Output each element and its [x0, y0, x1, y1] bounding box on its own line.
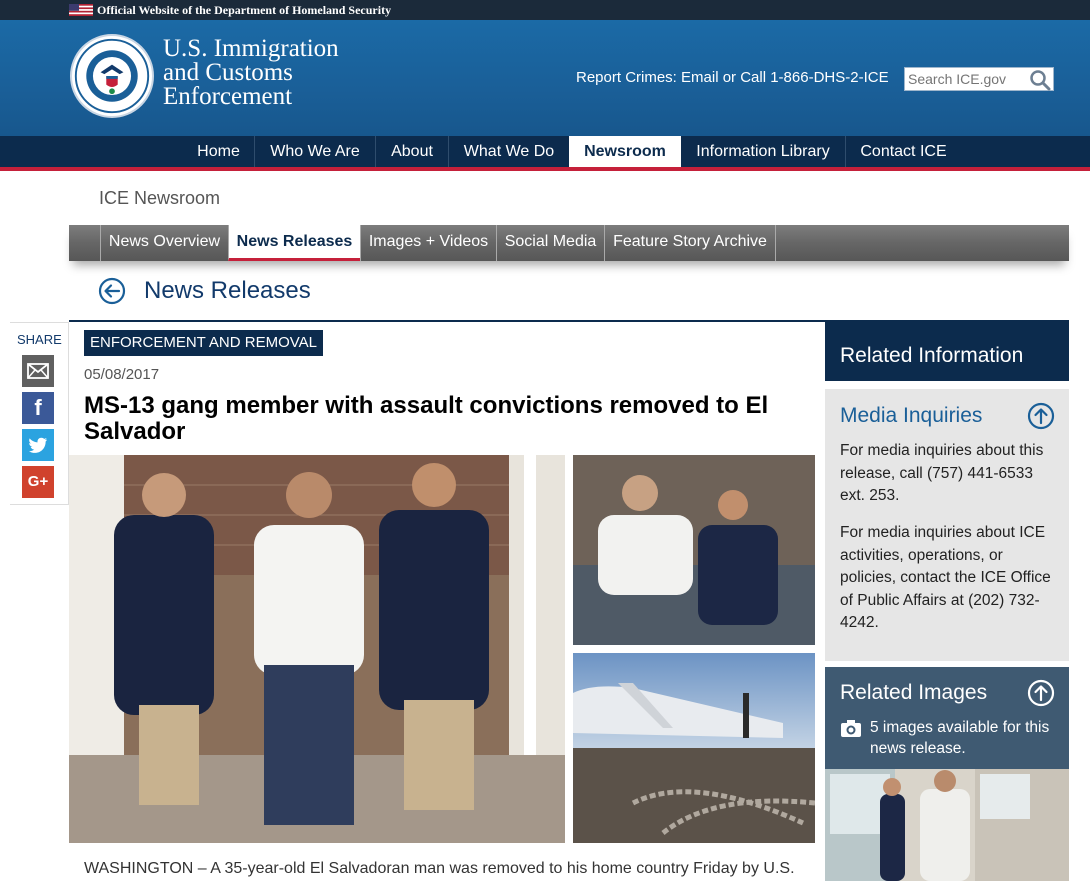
- gov-banner-text: Official Website of the Department of Ho…: [97, 3, 392, 17]
- google-plus-icon: G+: [27, 473, 49, 490]
- magnifier-icon[interactable]: [1029, 69, 1051, 91]
- circle-arrow-up-icon[interactable]: [1027, 402, 1055, 430]
- google-plus-share-button[interactable]: G+: [22, 466, 54, 498]
- camera-icon: [841, 720, 861, 737]
- email-icon: [27, 363, 49, 379]
- subnav-news-releases[interactable]: News Releases: [228, 225, 360, 261]
- facebook-share-button[interactable]: f: [22, 392, 54, 424]
- subnav-news-overview[interactable]: News Overview: [100, 225, 228, 261]
- agency-name[interactable]: U.S. Immigration and Customs Enforcement: [163, 35, 339, 110]
- share-bar: SHARE f G+: [10, 322, 69, 505]
- nav-item-information-library[interactable]: Information Library: [681, 136, 845, 167]
- page-title: News Releases: [144, 277, 311, 304]
- nav-item-what-we-do[interactable]: What We Do: [448, 136, 569, 167]
- subnav-feature-story-archive[interactable]: Feature Story Archive: [604, 225, 775, 261]
- category-tag[interactable]: ENFORCEMENT AND REMOVAL: [84, 330, 323, 356]
- subnav-social-media[interactable]: Social Media: [496, 225, 604, 261]
- media-inquiries-title[interactable]: Media Inquiries: [840, 404, 982, 428]
- agency-line-1: U.S. Immigration: [163, 35, 339, 62]
- main-photo[interactable]: [69, 455, 565, 843]
- related-information-header: Related Information: [825, 320, 1069, 381]
- article-body-text: WASHINGTON – A 35-year-old El Salvadoran…: [84, 860, 795, 877]
- nav-item-home[interactable]: Home: [183, 136, 254, 167]
- media-inquiries-panel: Media Inquiries For media inquiries abou…: [825, 389, 1069, 661]
- twitter-share-button[interactable]: [22, 429, 54, 461]
- article-date: 05/08/2017: [84, 366, 160, 383]
- related-images-title[interactable]: Related Images: [840, 681, 987, 705]
- search-box: [904, 67, 1054, 91]
- dhs-seal-icon[interactable]: [70, 34, 154, 118]
- facebook-icon: f: [34, 395, 42, 420]
- site-header: U.S. Immigration and Customs Enforcement…: [0, 20, 1090, 136]
- twitter-icon: [29, 437, 47, 453]
- article-headline: MS-13 gang member with assault convictio…: [84, 392, 769, 445]
- section-title: ICE Newsroom: [99, 188, 221, 208]
- escort-photo-image: [69, 455, 565, 843]
- circle-arrow-up-icon[interactable]: [1027, 679, 1055, 707]
- subnav-divider: [775, 225, 776, 261]
- airplane-photo-image: [573, 653, 815, 843]
- nav-item-contact-ice[interactable]: Contact ICE: [845, 136, 961, 167]
- main-nav: Home Who We Are About What We Do Newsroo…: [0, 136, 1090, 171]
- nav-item-who-we-are[interactable]: Who We Are: [254, 136, 375, 167]
- gov-banner: Official Website of the Department of Ho…: [0, 0, 1090, 20]
- secondary-photo-bottom[interactable]: [573, 653, 815, 843]
- email-share-button[interactable]: [22, 355, 54, 387]
- circle-arrow-left-icon[interactable]: [98, 277, 126, 305]
- report-crimes-link[interactable]: Report Crimes: Email or Call 1-866-DHS-2…: [576, 69, 889, 86]
- share-label: SHARE: [17, 332, 62, 347]
- media-inquiries-general-text: For media inquiries about ICE activities…: [840, 524, 1051, 631]
- media-inquiries-release-text: For media inquiries about this release, …: [840, 442, 1044, 504]
- newsroom-subnav: News Overview News Releases Images + Vid…: [69, 225, 1069, 261]
- agency-line-3: Enforcement: [163, 83, 293, 110]
- related-images-panel: Related Images 5 images available for th…: [825, 667, 1069, 769]
- agency-line-2: and Customs: [163, 59, 293, 86]
- subnav-images-videos[interactable]: Images + Videos: [360, 225, 496, 261]
- secondary-photo-top[interactable]: [573, 455, 815, 645]
- us-flag-icon: [69, 4, 93, 16]
- escort-walk-photo-image: [573, 455, 815, 645]
- nav-item-about[interactable]: About: [375, 136, 448, 167]
- search-input[interactable]: [908, 70, 1028, 88]
- related-information-title: Related Information: [840, 344, 1024, 367]
- related-images-count[interactable]: 5 images available for this news release…: [870, 717, 1060, 759]
- related-image-thumbnail[interactable]: [825, 769, 1069, 881]
- detention-photo-image: [825, 769, 1069, 881]
- nav-item-newsroom[interactable]: Newsroom: [569, 136, 681, 167]
